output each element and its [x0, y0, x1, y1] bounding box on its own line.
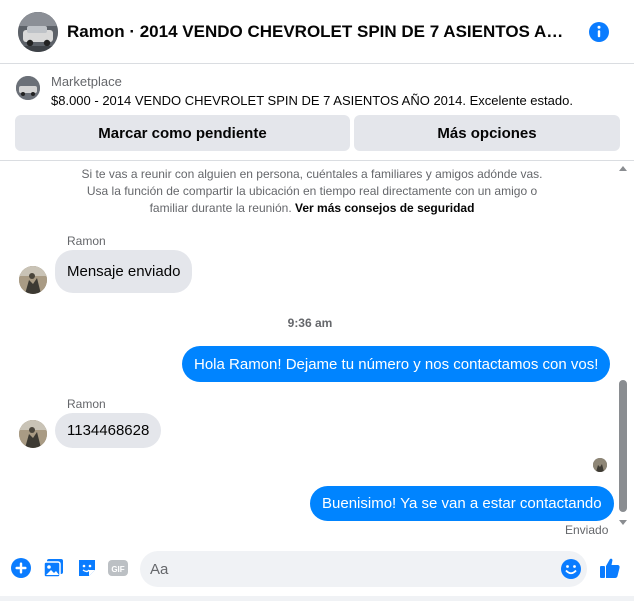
mark-pending-button[interactable]: Marcar como pendiente	[15, 115, 350, 151]
avatar[interactable]	[19, 266, 47, 294]
marketplace-label: Marketplace	[51, 74, 122, 89]
message-bubble-incoming[interactable]: Mensaje enviado	[55, 250, 193, 293]
sticker-icon[interactable]	[76, 557, 98, 579]
sender-name: Ramon	[67, 234, 106, 248]
like-icon[interactable]	[598, 556, 620, 578]
emoji-icon[interactable]	[560, 558, 582, 580]
marketplace-banner: Marketplace $8.000 - 2014 VENDO CHEVROLE…	[0, 64, 634, 160]
message-timestamp: 9:36 am	[287, 316, 333, 330]
gif-icon[interactable]: GIF	[107, 557, 129, 579]
scroll-up-icon[interactable]	[619, 166, 627, 171]
scrollbar[interactable]	[617, 166, 629, 534]
seen-indicator-avatar	[593, 458, 607, 472]
message-bubble-incoming[interactable]: 1134468628	[55, 413, 162, 448]
bottom-bar	[0, 596, 634, 601]
gif-label: GIF	[111, 565, 124, 574]
listing-avatar[interactable]	[18, 12, 58, 52]
photo-icon[interactable]	[43, 557, 65, 579]
safety-notice: Si te vas a reunir con alguien en person…	[70, 166, 554, 217]
plus-icon[interactable]	[10, 557, 32, 579]
message-composer: GIF	[0, 545, 634, 593]
safety-tips-link[interactable]: Ver más consejos de seguridad	[295, 201, 474, 215]
more-options-button[interactable]: Más opciones	[354, 115, 620, 151]
chat-header: Ramon · 2014 VENDO CHEVROLET SPIN DE 7 A…	[0, 0, 634, 64]
listing-description[interactable]: $8.000 - 2014 VENDO CHEVROLET SPIN DE 7 …	[51, 93, 573, 108]
avatar[interactable]	[19, 420, 47, 448]
message-input[interactable]	[150, 551, 550, 587]
scrollbar-thumb[interactable]	[619, 380, 627, 512]
listing-thumbnail[interactable]	[16, 76, 40, 100]
header-divider	[0, 160, 634, 161]
message-bubble-outgoing[interactable]: Hola Ramon! Dejame tu número y nos conta…	[182, 346, 611, 382]
conversation-title: Ramon · 2014 VENDO CHEVROLET SPIN DE 7 A…	[67, 22, 572, 41]
message-input-wrapper[interactable]	[140, 551, 587, 587]
message-bubble-outgoing[interactable]: Buenisimo! Ya se van a estar contactando	[310, 486, 614, 521]
delivery-status: Enviado	[565, 523, 609, 537]
scroll-down-icon[interactable]	[619, 520, 627, 525]
sender-name: Ramon	[67, 397, 106, 411]
info-icon[interactable]	[588, 21, 610, 43]
